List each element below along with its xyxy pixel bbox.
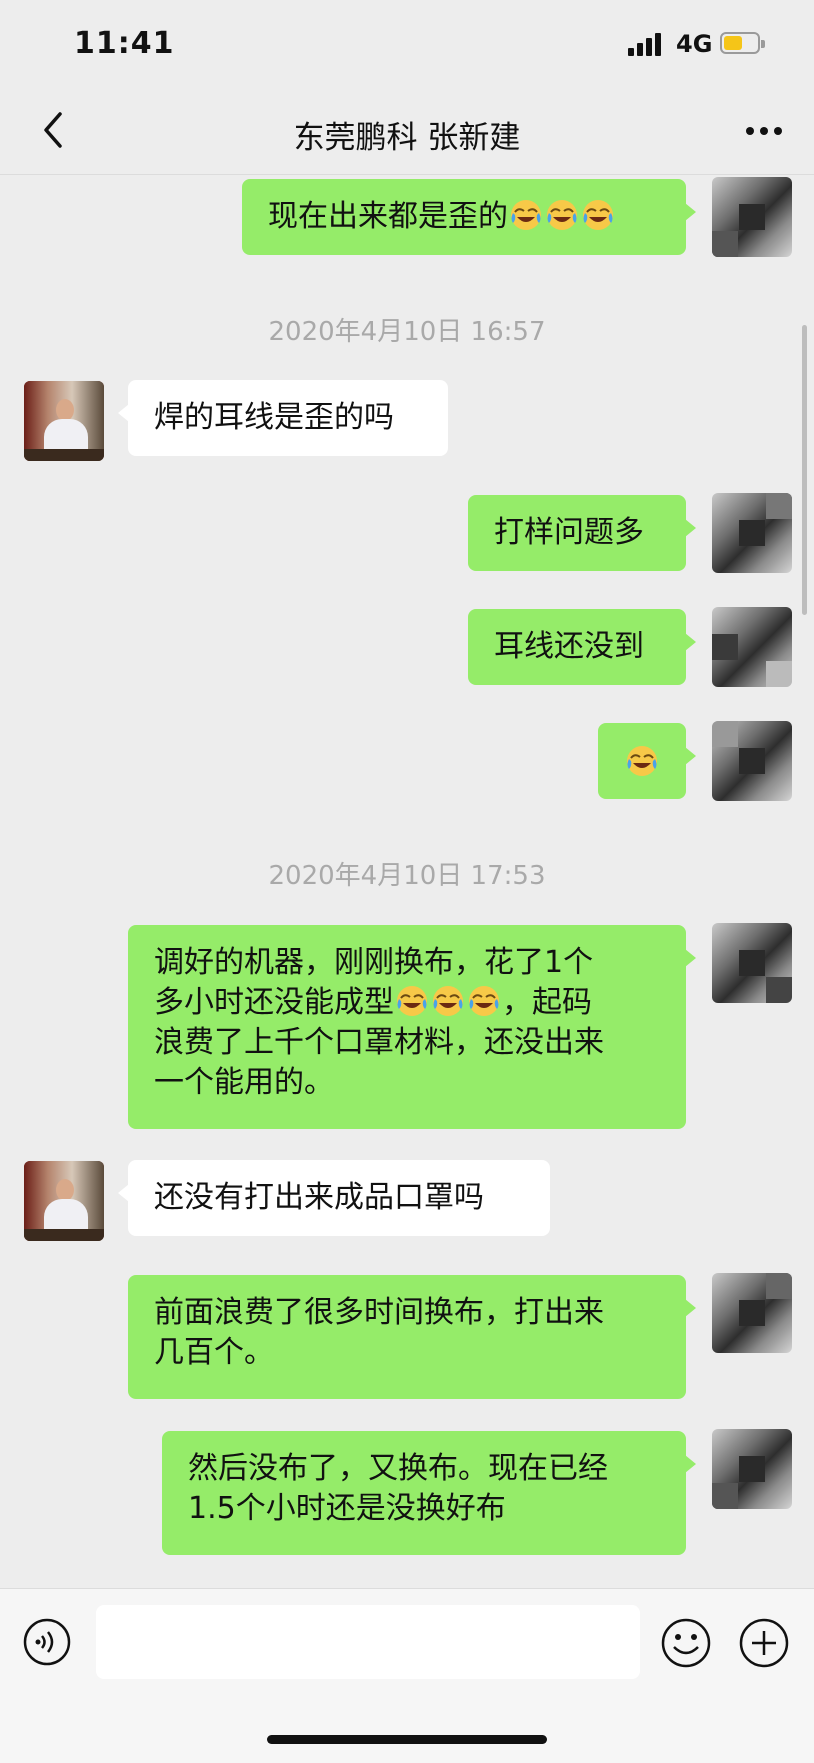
more-functions-icon[interactable] [738,1617,790,1669]
message-bubble-sent[interactable]: 然后没布了，又换布。现在已经 1.5个小时还是没换好布 [162,1431,696,1555]
message-bubble-sent[interactable]: 前面浪费了很多时间换布，打出来 几百个。 [128,1275,696,1399]
timestamp: 2020年4月10日 17:53 [268,861,546,891]
message-bubble-sent[interactable]: 现在出来都是歪的 [242,179,696,255]
message-text-line: 一个能用的。 [154,1065,334,1100]
message-text: 还没有打出来成品口罩吗 [154,1180,484,1215]
my-avatar[interactable] [712,1429,792,1509]
message-text: 焊的耳线是歪的吗 [154,400,394,435]
message-text: 耳线还没到 [494,629,644,664]
laughing-crying-emoji-icon [396,985,428,1017]
contact-avatar[interactable] [24,381,104,461]
signal-icon [628,32,668,56]
message-list[interactable]: 现在出来都是歪的 2020年4月10日 16:57 焊的耳线是歪的吗 打样问题多… [0,175,814,1585]
message-bubble-sent[interactable]: 打样问题多 [468,495,696,571]
my-avatar[interactable] [712,493,792,573]
laughing-crying-emoji-icon [510,199,542,231]
message-text-line: 然后没布了，又换布。现在已经 [188,1451,608,1486]
my-avatar[interactable] [712,607,792,687]
input-bar [0,1588,814,1763]
chat-header: 东莞鹏科 张新建 [0,88,814,175]
message-text-line: 前面浪费了很多时间换布，打出来 [154,1295,604,1330]
my-avatar[interactable] [712,923,792,1003]
message-bubble-received[interactable]: 还没有打出来成品口罩吗 [118,1160,550,1236]
battery-icon [720,32,765,54]
message-bubble-sent[interactable] [598,723,696,799]
message-input[interactable] [96,1605,640,1679]
message-text-line: 调好的机器，刚刚换布，花了1个 [154,945,594,980]
laughing-crying-emoji-icon [546,199,578,231]
scrollbar[interactable] [802,325,807,615]
contact-avatar[interactable] [24,1161,104,1241]
status-bar: 11:41 4G [0,0,814,88]
network-label: 4G [676,30,713,58]
message-text-line: 多小时还没能成型 ，起码 [154,985,592,1020]
message-text-line: 浪费了上千个口罩材料，还没出来 [154,1025,604,1060]
message-bubble-sent[interactable]: 耳线还没到 [468,609,696,685]
message-text: 现在出来都是歪的 [268,199,508,234]
message-text-line: 1.5个小时还是没换好布 [188,1491,506,1526]
voice-input-icon[interactable] [22,1617,72,1667]
message-text-line: 几百个。 [154,1335,274,1370]
message-bubble-sent[interactable]: 调好的机器，刚刚换布，花了1个 多小时还没能成型 ，起码 浪费了上千个口罩材料，还… [128,925,696,1129]
chat-title: 东莞鹏科 张新建 [293,120,521,156]
laughing-crying-emoji-icon [432,985,464,1017]
clock: 11:41 [74,26,175,61]
timestamp: 2020年4月10日 16:57 [268,317,546,347]
laughing-crying-emoji-icon [582,199,614,231]
laughing-crying-emoji-icon [468,985,500,1017]
my-avatar[interactable] [712,177,792,257]
message-text: 打样问题多 [494,515,644,550]
my-avatar[interactable] [712,1273,792,1353]
laughing-crying-emoji-icon [626,745,658,777]
message-bubble-received[interactable]: 焊的耳线是歪的吗 [118,380,448,456]
more-options-icon[interactable] [744,116,784,146]
my-avatar[interactable] [712,721,792,801]
home-indicator[interactable] [267,1735,547,1744]
emoji-picker-icon[interactable] [660,1617,712,1669]
